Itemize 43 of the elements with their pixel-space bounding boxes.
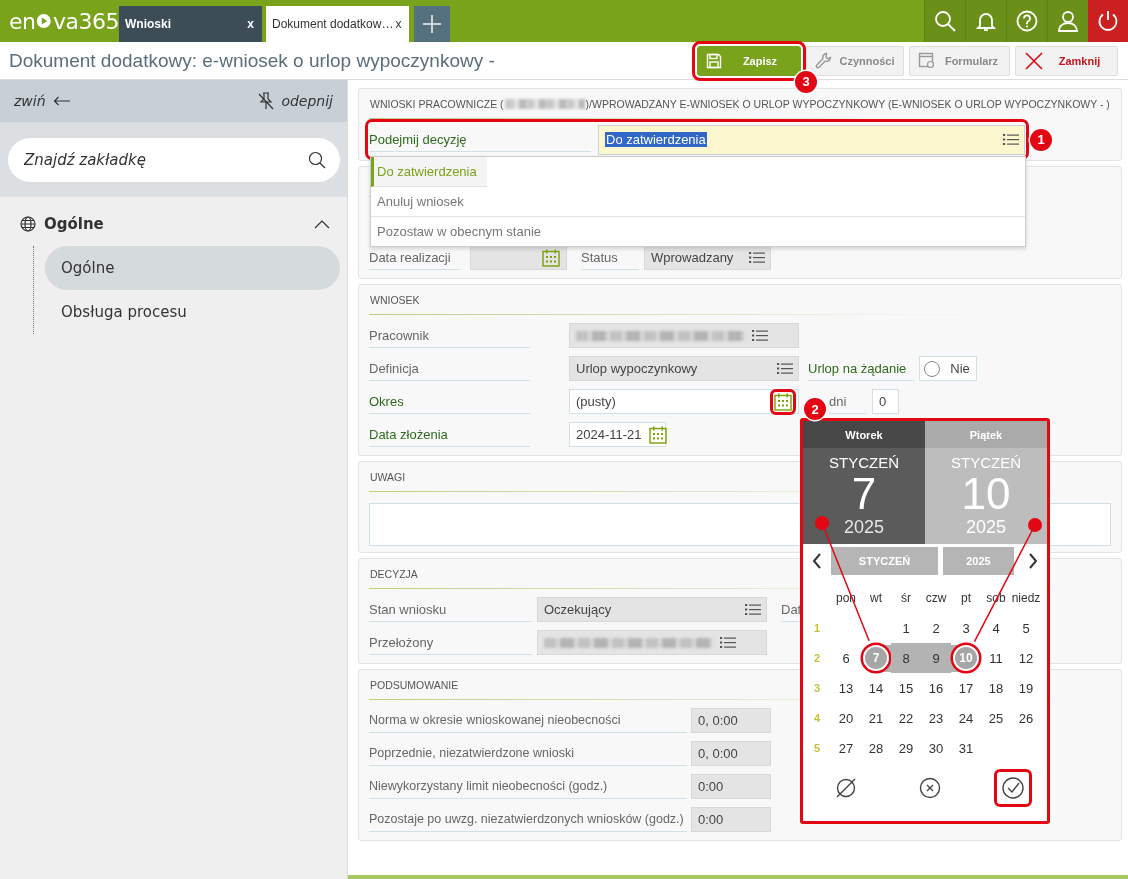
year-label: 2025 [843, 517, 884, 538]
field-label: Niewykorzystany limit nieobecności (godz.) [369, 774, 687, 799]
field-label: Definicja [369, 356, 530, 381]
day-number: 7 [851, 471, 877, 517]
field-label: Podejmij decyzję [369, 127, 591, 152]
weekday-heading: wt [869, 590, 883, 607]
month-label: STYCZEŃ [829, 454, 899, 471]
weekday-heading: czw [924, 590, 948, 607]
callout-badge: 1 [1030, 128, 1052, 151]
field-label: Przełożony [369, 630, 532, 655]
radio-label: Nie [950, 361, 970, 376]
month-label: STYCZEŃ [951, 454, 1021, 471]
field-label: Poprzednie, niezatwierdzone wnioski [369, 741, 687, 766]
field-label: Okres [369, 389, 530, 414]
field-label: Urlop na żądanie [808, 356, 915, 381]
field-label: Norma w okresie wnioskowanej nieobecności [369, 708, 687, 733]
week-number: 4 [812, 711, 822, 726]
section-title: PODSUMOWANIE [370, 679, 459, 691]
weekday-heading: pt [960, 590, 972, 607]
weekday-heading: śr [900, 590, 912, 607]
section-title: UWAGI [370, 471, 406, 483]
day-number: 10 [961, 471, 1011, 517]
document-title: Dokument dodatkowy: e-wniosek o urlop wypoczynkowy - [9, 49, 496, 72]
week-number: 5 [812, 741, 822, 756]
logo-text: en [9, 8, 36, 34]
section-title: )/WPROWADZANY E-WNIOSEK O URLOP WYPOCZYNKOWY (E-WNIOSEK O URLOP WYPOCZYNKOWY - ) [585, 98, 1110, 110]
year-label: 2025 [965, 517, 1006, 538]
callout-badge: 2 [804, 398, 826, 420]
field-label: Pracownik [369, 323, 530, 348]
weekday-heading: niedz [1011, 590, 1041, 607]
section-title: WNIOSEK [370, 294, 420, 306]
week-number: 3 [812, 681, 822, 696]
field-label: Stan wniosku [369, 597, 532, 622]
section-title: WNIOSKI PRACOWNICZE ( [370, 98, 504, 110]
logo-text: va365 [53, 8, 119, 34]
week-number: 1 [812, 621, 822, 636]
section-title: DECYZJA [370, 568, 418, 580]
field-label: dni [829, 389, 867, 414]
field-label: Data realizacji [369, 245, 460, 270]
field-label: Data złożenia [369, 422, 530, 447]
week-number: 2 [812, 651, 822, 666]
field-label: Status [581, 245, 639, 270]
field-label: Pozostaje po uwzg. niezatwierdzonych wniosków (godz.) [369, 807, 687, 832]
